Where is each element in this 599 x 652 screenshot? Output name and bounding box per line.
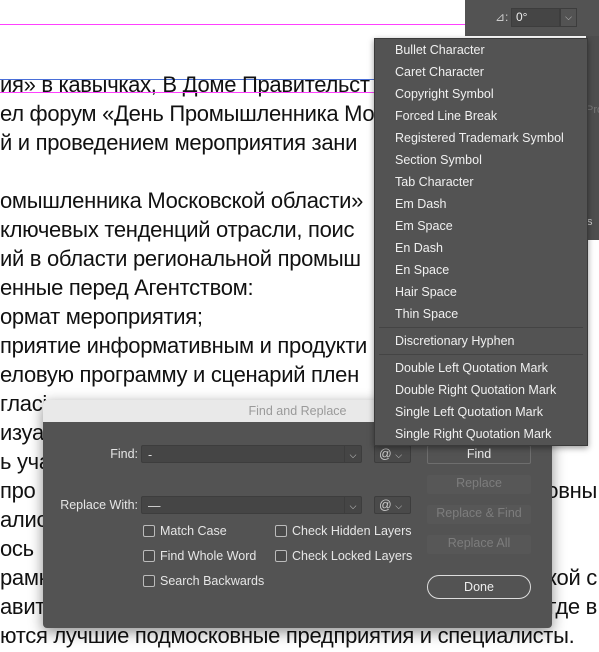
chevron-down-icon: ⌵ [395,501,403,511]
special-characters-menu: Bullet Character Caret Character Copyright… [374,38,588,446]
check-locked-layers-checkbox[interactable]: Check Locked Layers [275,549,412,563]
check-hidden-layers-checkbox[interactable]: Check Hidden Layers [275,524,412,538]
at-icon: @ [379,447,392,461]
menu-item[interactable]: Em Dash [375,193,587,215]
text-fragment: алис [0,507,48,532]
replace-button[interactable]: Replace [427,475,531,494]
replace-special-char-button[interactable]: @ ⌵ [374,496,411,514]
checkbox-label: Search Backwards [160,574,265,588]
text-fragment: еловую программу и сценарий плен [0,362,359,387]
menu-separator [379,327,583,328]
checkbox-icon [143,575,155,587]
text-fragment: ия» в кавычках, В Доме Правительст [0,72,370,97]
find-special-char-button[interactable]: @ ⌵ [374,445,411,463]
done-button[interactable]: Done [427,575,531,599]
text-fragment: кой с [546,565,597,590]
text-fragment: ормат мероприятия; [0,304,203,329]
text-fragment: приятие информативным и продукти [0,333,367,358]
checkbox-icon [275,525,287,537]
checkbox-icon [143,550,155,562]
text-fragment: рамк [0,565,49,590]
menu-item[interactable]: Tab Character [375,171,587,193]
find-value: - [148,448,153,462]
menu-item[interactable]: Forced Line Break [375,105,587,127]
find-button[interactable]: Find [427,445,531,464]
menu-item[interactable]: En Dash [375,237,587,259]
menu-item[interactable]: En Space [375,259,587,281]
menu-item[interactable]: Em Space [375,215,587,237]
text-fragment: ий в области региональной промыш [0,246,361,271]
menu-item[interactable]: Discretionary Hyphen [375,330,587,352]
menu-separator [379,354,583,355]
menu-item[interactable]: Copyright Symbol [375,83,587,105]
menu-item[interactable]: Double Right Quotation Mark [375,379,587,401]
angle-dropdown[interactable]: ⌵ [560,8,577,27]
replace-input[interactable]: — ⌵ [141,496,362,514]
angle-field[interactable]: 0° [511,8,560,27]
search-backwards-checkbox[interactable]: Search Backwards [143,574,264,588]
chevron-down-icon: ⌵ [395,450,403,460]
at-icon: @ [379,498,392,512]
text-fragment: изуа [0,420,44,445]
text-fragment: гласі [0,391,48,416]
replace-label: Replace With: [60,498,138,512]
replace-all-button[interactable]: Replace All [427,535,531,554]
menu-item[interactable]: Bullet Character [375,39,587,61]
baseline-guide [0,92,374,93]
checkbox-label: Find Whole Word [160,549,257,563]
shear-angle-icon: ⊿: [495,10,509,24]
menu-item[interactable]: Single Left Quotation Mark [375,401,587,423]
text-fragment: й и проведением мероприятия зани [0,130,358,155]
find-whole-word-checkbox[interactable]: Find Whole Word [143,549,256,563]
replace-find-button[interactable]: Replace & Find [427,505,531,524]
menu-item[interactable]: Thin Space [375,303,587,325]
find-label: Find: [110,447,138,461]
text-fragment: ключевых тенденций отрасли, поис [0,217,355,242]
margin-guide [0,24,465,25]
control-panel: ⊿: 0° ⌵ [465,0,599,36]
menu-item[interactable]: Caret Character [375,61,587,83]
checkbox-label: Check Hidden Layers [292,524,412,538]
text-fragment: ось [0,536,34,561]
text-fragment: ел форум «День Промышленника Мо [0,101,375,126]
find-input[interactable]: - ⌵ [141,445,362,463]
text-fragment: омышленника Московской области» [0,188,364,213]
checkbox-icon [143,525,155,537]
menu-item[interactable]: Double Left Quotation Mark [375,357,587,379]
text-fragment: про [0,478,36,503]
text-fragment: енные перед Агентством: [0,275,254,300]
chevron-down-icon[interactable]: ⌵ [344,497,361,513]
menu-item[interactable]: Single Right Quotation Mark [375,423,587,445]
match-case-checkbox[interactable]: Match Case [143,524,227,538]
text-fragment: авит [0,594,46,619]
chevron-down-icon[interactable]: ⌵ [344,446,361,462]
menu-item[interactable]: Section Symbol [375,149,587,171]
checkbox-label: Check Locked Layers [292,549,413,563]
text-fragment: где в [548,594,598,619]
menu-item[interactable]: Hair Space [375,281,587,303]
replace-value: — [148,499,161,513]
menu-item[interactable]: Registered Trademark Symbol [375,127,587,149]
checkbox-icon [275,550,287,562]
checkbox-label: Match Case [160,524,227,538]
